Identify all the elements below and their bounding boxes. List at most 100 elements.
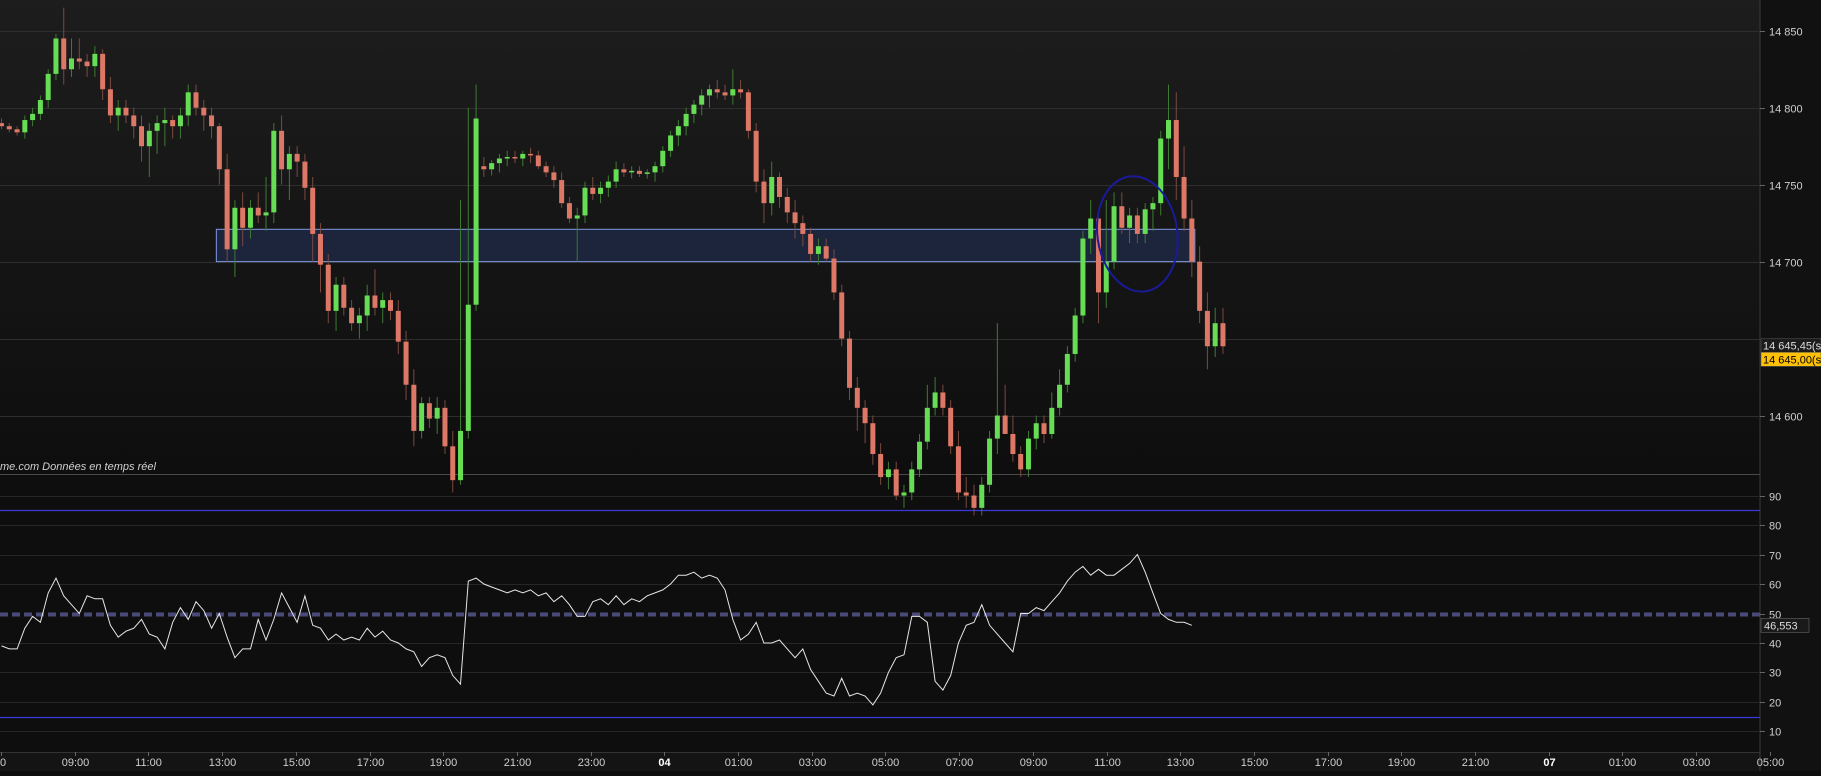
candle-body (885, 469, 891, 478)
candle-body (372, 295, 378, 308)
candle-body (714, 89, 720, 93)
candle-body (777, 176, 782, 197)
indicator-tick-label: 80 (1769, 521, 1781, 533)
candle-body (675, 126, 681, 136)
candle (1158, 130, 1164, 216)
candle-body (240, 207, 246, 228)
time-tick-label: 19:00 (1388, 757, 1416, 769)
candle-body (582, 187, 588, 216)
candle-body (162, 120, 168, 124)
candle-body (286, 153, 292, 170)
candle (987, 430, 993, 493)
candle-body (193, 92, 199, 108)
candle-body (963, 492, 969, 496)
candle-body (1189, 218, 1195, 262)
candle-body (1197, 261, 1203, 311)
candle-body (504, 156, 510, 159)
candle-body (854, 387, 860, 408)
candle (442, 400, 448, 454)
candle-body (473, 118, 479, 305)
candle-body (100, 53, 106, 90)
candle-body (1212, 323, 1218, 347)
candle-body (0, 123, 4, 127)
candle-body (769, 176, 775, 204)
time-tick-label: 11:00 (135, 757, 162, 769)
candle-body (621, 169, 627, 173)
candle-body (76, 58, 82, 62)
price-tick-label: 14 750 (1769, 181, 1803, 193)
candle (839, 284, 845, 347)
candle-body (403, 341, 409, 385)
candle (271, 123, 277, 224)
candle-body (333, 284, 339, 311)
time-tick-label: 15:00 (283, 757, 311, 769)
time-tick-label: 19:00 (430, 757, 458, 769)
candle-body (1018, 453, 1024, 470)
candle-body (1041, 423, 1047, 434)
current-price-label: 14 645,45(s (1763, 341, 1821, 353)
time-tick-label: 03:00 (799, 757, 827, 769)
candle-body (862, 407, 868, 424)
candle-body (395, 310, 401, 342)
candle-body (37, 100, 43, 114)
candle-body (411, 384, 417, 431)
candle-body (185, 92, 191, 116)
time-tick-label: 07:00 (946, 757, 974, 769)
candle-body (901, 492, 907, 496)
candle-body (1002, 415, 1008, 434)
time-tick-label: 09:00 (62, 757, 90, 769)
candle (1080, 230, 1086, 324)
time-tick-label: 0 (0, 757, 6, 769)
candle-body (699, 95, 705, 105)
candle-body (115, 107, 121, 116)
candle-body (528, 153, 534, 156)
support-zone-rectangle (215, 228, 1196, 263)
candle-body (364, 295, 370, 316)
candle-body (1220, 323, 1226, 347)
candle-body (1072, 315, 1078, 354)
candle-body (14, 129, 20, 133)
candle-body (1111, 206, 1117, 262)
price-tick-label: 14 700 (1769, 258, 1803, 270)
indicator-tick-label: 10 (1769, 727, 1781, 739)
time-tick-label: 01:00 (725, 757, 753, 769)
candle-body (955, 446, 961, 493)
candle-body (45, 73, 51, 101)
candle-body (543, 166, 549, 173)
candle-body (139, 126, 145, 147)
indicator-tick-label: 70 (1769, 551, 1781, 563)
candle-body (948, 407, 954, 447)
time-tick-label: 07 (1543, 757, 1555, 769)
candle-body (909, 469, 915, 493)
candle-body (1119, 206, 1125, 228)
indicator-tick-label: 90 (1769, 492, 1781, 504)
candle-body (1166, 120, 1171, 139)
candle-body (325, 264, 331, 311)
candle-body (878, 453, 884, 478)
candle-body (92, 53, 98, 67)
candle-body (22, 120, 28, 133)
candle-body (839, 292, 845, 339)
candle-body (6, 126, 12, 130)
candle-body (932, 392, 938, 408)
candle-body (53, 38, 59, 74)
time-tick-label: 13:00 (209, 757, 237, 769)
candle-body (1025, 438, 1031, 470)
candle-body (216, 126, 222, 170)
candle-body (831, 258, 837, 293)
chart-canvas: 14 850 14 800 14 750 14 700 14 600 14 645,45(… (0, 0, 1821, 771)
candle-body (738, 89, 744, 93)
candle-body (722, 92, 728, 96)
time-tick-label: 13:00 (1167, 757, 1195, 769)
candle-body (753, 130, 759, 182)
time-tick-label: 21:00 (1462, 757, 1490, 769)
candle-body (1049, 407, 1055, 434)
candle-body (994, 415, 1000, 439)
time-tick-label: 11:00 (1094, 757, 1121, 769)
candle-body (434, 407, 440, 419)
candle-body (590, 187, 596, 194)
candle-body (271, 130, 277, 213)
candle-body (84, 61, 90, 67)
candle-body (940, 392, 946, 408)
candle-body (349, 307, 355, 324)
